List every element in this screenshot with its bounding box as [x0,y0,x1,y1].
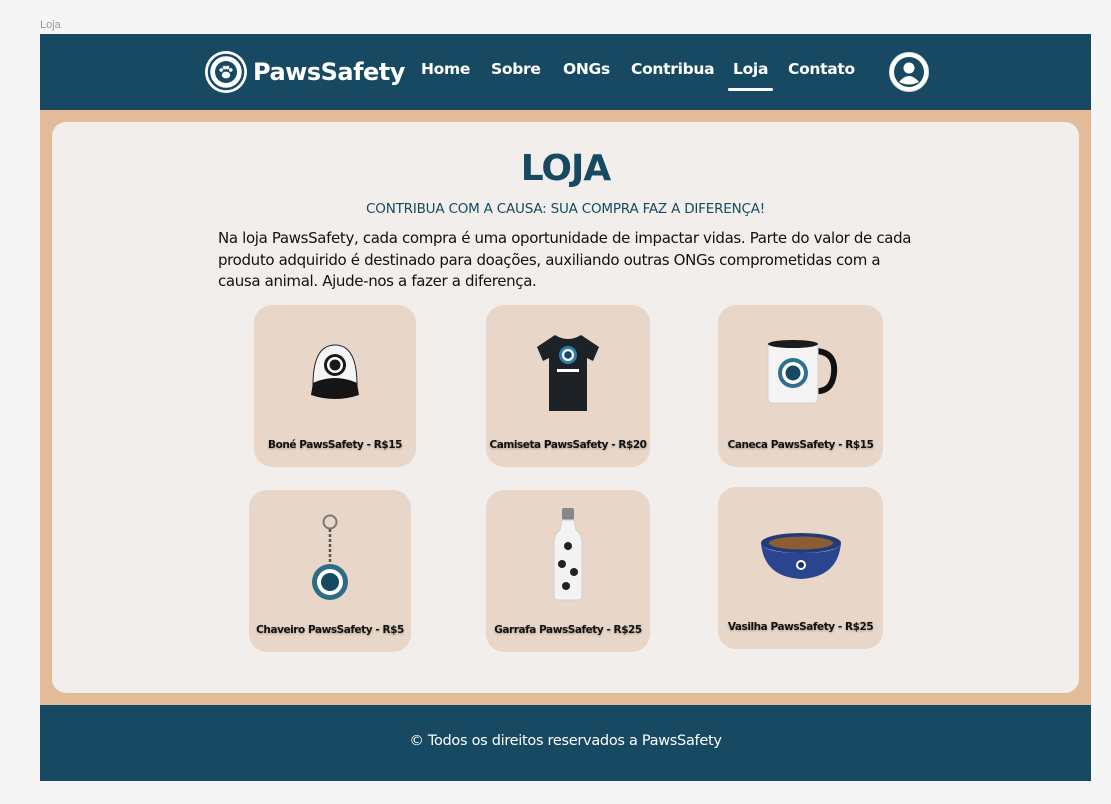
cap-icon [305,339,365,409]
nav-sobre[interactable]: Sobre [491,60,541,78]
bowl-icon [758,531,844,589]
keychain-icon [305,512,355,608]
brand-name: PawsSafety [253,58,405,86]
mug-icon [762,335,840,411]
product-card[interactable]: Caneca PawsSafety - R$15 [718,305,883,467]
product-label: Caneca PawsSafety - R$15 [727,439,874,451]
page-title: LOJA [520,148,612,189]
product-card[interactable]: Boné PawsSafety - R$15 [254,305,416,467]
brand-logo[interactable]: PawsSafety [205,51,405,93]
product-label: Chaveiro PawsSafety - R$5 [256,624,404,636]
intro-text: Na loja PawsSafety, cada compra é uma op… [218,229,912,290]
nav-home[interactable]: Home [421,60,470,78]
page-subtitle: CONTRIBUA COM A CAUSA: SUA COMPRA FAZ A … [366,201,765,217]
product-card[interactable]: Vasilha PawsSafety - R$25 [718,487,883,649]
product-card[interactable]: Chaveiro PawsSafety - R$5 [249,490,411,652]
copyright-text: © Todos os direitos reservados a PawsSaf… [409,733,722,749]
nav-ongs[interactable]: ONGs [563,60,610,78]
frame-label: Loja [40,19,61,31]
nav-loja[interactable]: Loja [727,60,774,91]
site-header: PawsSafety Home Sobre ONGs Contribua Loj… [40,34,1091,110]
page-frame: PawsSafety Home Sobre ONGs Contribua Loj… [40,34,1091,781]
product-label: Garrafa PawsSafety - R$25 [494,624,642,636]
product-label: Camiseta PawsSafety - R$20 [489,439,647,451]
tshirt-icon [533,331,603,419]
product-card[interactable]: Garrafa PawsSafety - R$25 [486,490,650,652]
bottle-icon [548,506,588,606]
nav-contato[interactable]: Contato [788,60,855,78]
paw-logo-icon [205,51,247,93]
main-content: LOJA CONTRIBUA COM A CAUSA: SUA COMPRA F… [52,122,1079,693]
site-footer: © Todos os direitos reservados a PawsSaf… [40,705,1091,781]
product-label: Boné PawsSafety - R$15 [268,439,402,451]
user-avatar-icon[interactable] [889,52,929,92]
product-label: Vasilha PawsSafety - R$25 [727,621,874,633]
nav-contribua[interactable]: Contribua [631,60,715,78]
product-card[interactable]: Camiseta PawsSafety - R$20 [486,305,650,467]
